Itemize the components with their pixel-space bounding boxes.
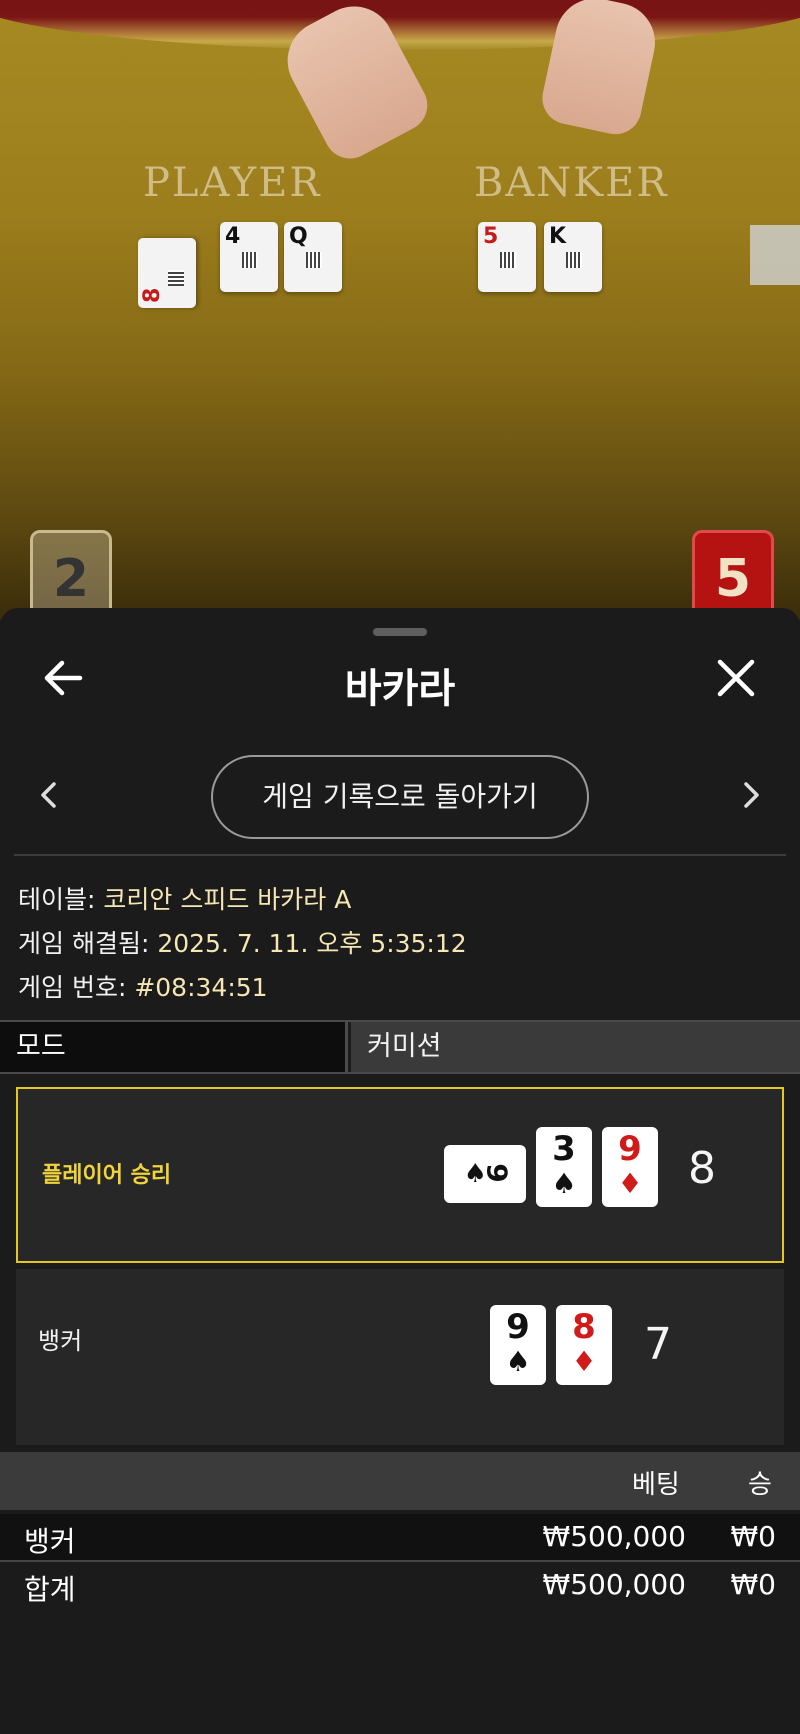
felt-player-label: PLAYER xyxy=(143,160,322,206)
banker-outcome-label: 뱅커 xyxy=(38,1327,83,1355)
bets-table-header: 베팅 승 xyxy=(0,1452,800,1510)
player-score-badge: 2 xyxy=(30,530,112,620)
player-card-3: 9 ♦ xyxy=(602,1127,658,1207)
player-outcome-row: 플레이어 승리 ♠9 3 ♠ 9 ♦ 8 xyxy=(16,1087,784,1263)
table-row-total: 합계 ₩500,000 ₩0 xyxy=(0,1562,800,1608)
chevron-left-icon xyxy=(41,782,56,808)
total-win-amount: ₩0 xyxy=(730,1568,777,1601)
game-number-value: #08:34:51 xyxy=(134,973,268,1002)
player-card-1: ♠9 xyxy=(444,1145,526,1203)
player-outcome-label: 플레이어 승리 xyxy=(42,1163,172,1188)
live-video-view: PLAYER BANKER 8 4 Q 5 K 2 5 xyxy=(0,0,800,620)
page-title: 바카라 xyxy=(344,666,456,712)
table-info-value: 코리안 스피드 바카라 A xyxy=(103,885,352,914)
game-detail-sheet: 바카라 게임 기록으로 돌아가기 테이블: 코리안 스피드 바카라 A 게임 해… xyxy=(0,608,800,1734)
video-banker-card-2: K xyxy=(544,222,602,292)
banker-total: 7 xyxy=(644,1319,672,1370)
card-shoe xyxy=(750,225,800,285)
banker-outcome-row: 뱅커 9 ♠ 8 ♦ 7 xyxy=(16,1269,784,1445)
table-row: 뱅커 ₩500,000 ₩0 xyxy=(0,1514,800,1562)
video-player-card-2: 4 xyxy=(220,222,278,292)
video-banker-card-1: 5 xyxy=(478,222,536,292)
felt-banker-label: BANKER xyxy=(474,160,669,206)
close-button[interactable] xyxy=(706,648,766,708)
back-to-history-button[interactable]: 게임 기록으로 돌아가기 xyxy=(211,755,589,839)
previous-game-button[interactable] xyxy=(30,770,70,820)
chevron-right-icon xyxy=(744,782,759,808)
game-number-info: 게임 번호: #08:34:51 xyxy=(18,968,268,1004)
win-column-header: 승 xyxy=(748,1470,772,1500)
resolved-info-key: 게임 해결됨: xyxy=(18,929,158,958)
bet-label: 뱅커 xyxy=(24,1525,76,1558)
tab-commission[interactable]: 커미션 xyxy=(351,1022,800,1072)
resolved-info-value: 2025. 7. 11. 오후 5:35:12 xyxy=(157,929,467,958)
player-card-2: 3 ♠ xyxy=(536,1127,592,1207)
drag-handle[interactable] xyxy=(373,628,427,636)
game-number-key: 게임 번호: xyxy=(18,973,135,1002)
close-icon xyxy=(717,659,755,697)
table-rail xyxy=(0,0,800,50)
table-info-key: 테이블: xyxy=(18,885,104,914)
divider xyxy=(14,854,786,856)
next-game-button[interactable] xyxy=(730,770,770,820)
win-amount: ₩0 xyxy=(730,1520,777,1553)
resolved-info: 게임 해결됨: 2025. 7. 11. 오후 5:35:12 xyxy=(18,924,467,960)
total-bet-amount: ₩500,000 xyxy=(542,1568,686,1601)
mode-tabs: 모드 커미션 xyxy=(0,1020,800,1074)
player-total: 8 xyxy=(688,1143,716,1194)
banker-score-badge: 5 xyxy=(692,530,774,620)
banker-card-2: 8 ♦ xyxy=(556,1305,612,1385)
banker-card-1: 9 ♠ xyxy=(490,1305,546,1385)
tab-mode[interactable]: 모드 xyxy=(0,1022,348,1072)
bet-column-header: 베팅 xyxy=(632,1470,680,1500)
video-player-card-1: 8 xyxy=(138,238,196,308)
video-player-card-3: Q xyxy=(284,222,342,292)
bet-amount: ₩500,000 xyxy=(542,1520,686,1553)
table-info: 테이블: 코리안 스피드 바카라 A xyxy=(18,880,351,916)
total-label: 합계 xyxy=(24,1573,76,1606)
